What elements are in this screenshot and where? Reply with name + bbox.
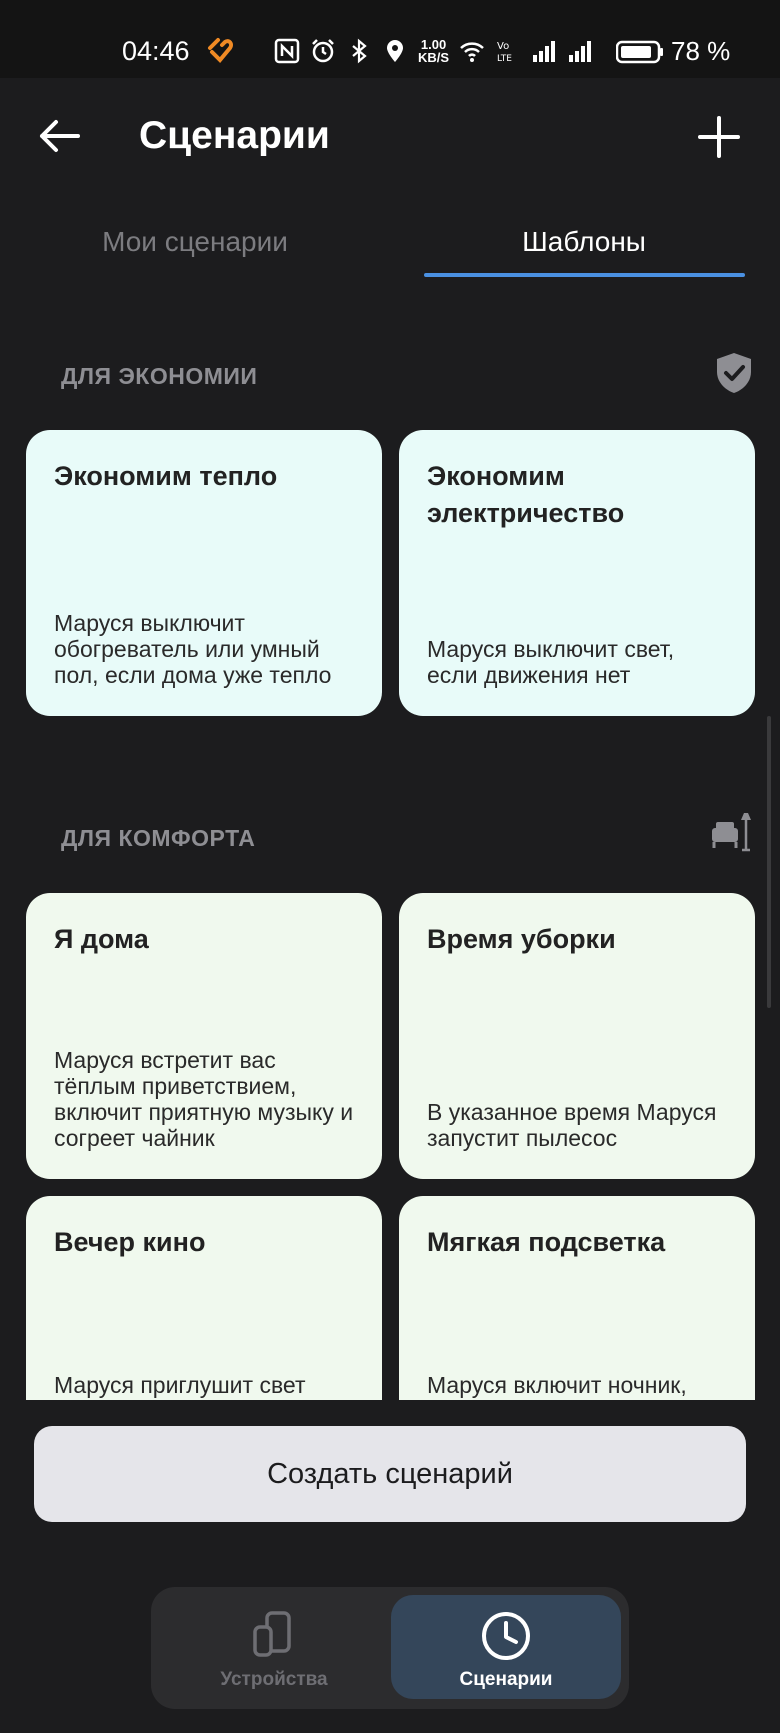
templates-list[interactable]: ДЛЯ ЭКОНОМИИ Экономим тепло Маруся выклю… [0, 290, 780, 1400]
scrollbar[interactable] [767, 716, 771, 1008]
nav-scenarios[interactable]: Сценарии [391, 1595, 621, 1699]
status-icons: 1.00 KB/S Vo LTE [274, 36, 593, 66]
alarm-icon [312, 39, 334, 63]
card-title: Мягкая подсветка [427, 1227, 666, 1257]
battery-icon [616, 40, 663, 64]
card-description: Маруся выключит свет, если движения нет [427, 636, 675, 688]
create-scenario-button[interactable]: Создать сценарий [34, 1426, 746, 1522]
battery-percent: 78 % [671, 36, 731, 66]
volte-icon: Vo LTE [497, 41, 512, 64]
location-icon [387, 40, 403, 62]
page-title: Сценарии [139, 114, 330, 157]
bluetooth-icon [352, 38, 367, 64]
network-speed: 1.00 KB/S [418, 38, 449, 64]
wifi-icon [460, 42, 484, 62]
card-description: Маруся включит ночник, [427, 1372, 687, 1398]
speed-unit: KB/S [418, 50, 450, 65]
nav-devices[interactable]: Устройства [159, 1595, 389, 1699]
template-card-save-electricity[interactable]: Экономим электричество Маруся выключит с… [399, 430, 755, 716]
tab-my-scenarios[interactable]: Мои сценарии [35, 226, 355, 258]
nav-label: Сценарии [459, 1669, 553, 1690]
devices-icon [253, 1611, 291, 1657]
template-card-movie-night[interactable]: Вечер кино Маруся приглушит свет [26, 1196, 382, 1400]
svg-text:Vo: Vo [497, 41, 509, 52]
shield-check-icon [717, 353, 751, 393]
template-card-i-am-home[interactable]: Я дома Маруся встретит вас тёплым привет… [26, 893, 382, 1179]
plus-icon[interactable] [690, 108, 748, 166]
card-title: Вечер кино [54, 1227, 206, 1257]
card-description: Маруся выключит обогреватель или умный п… [54, 610, 332, 688]
nfc-icon [274, 38, 300, 64]
heart-app-icon [208, 38, 234, 63]
active-tab-indicator [424, 273, 745, 277]
signal-icon [569, 41, 592, 62]
card-title: Экономим тепло [54, 461, 278, 491]
app-header: Сценарии [0, 78, 780, 198]
nav-label: Устройства [220, 1669, 328, 1690]
card-description: Маруся приглушит свет [54, 1372, 306, 1398]
armchair-lamp-icon [712, 813, 751, 852]
card-description: В указанное время Маруся запустит пылесо… [427, 1099, 717, 1151]
svg-text:LTE: LTE [497, 54, 512, 64]
arrow-left-icon[interactable] [32, 108, 88, 164]
section-title-economy: ДЛЯ ЭКОНОМИИ [61, 363, 258, 389]
template-card-save-heat[interactable]: Экономим тепло Маруся выключит обогреват… [26, 430, 382, 716]
status-time: 04:46 [122, 36, 190, 66]
card-title: Экономим электричество [427, 461, 625, 528]
clock-icon [482, 1612, 530, 1660]
bottom-navigation: Устройства Сценарии [151, 1587, 629, 1709]
template-card-soft-light[interactable]: Мягкая подсветка Маруся включит ночник, [399, 1196, 755, 1400]
status-bar: 04:46 1.00 KB/S Vo LTE 78 % [0, 0, 780, 78]
section-title-comfort: ДЛЯ КОМФОРТА [61, 825, 256, 851]
template-card-cleaning-time[interactable]: Время уборки В указанное время Маруся за… [399, 893, 755, 1179]
card-title: Время уборки [427, 924, 616, 954]
tab-templates[interactable]: Шаблоны [424, 226, 744, 258]
signal-icon [533, 41, 556, 62]
card-description: Маруся встретит вас тёплым приветствием,… [54, 1047, 354, 1151]
card-title: Я дома [54, 924, 149, 954]
